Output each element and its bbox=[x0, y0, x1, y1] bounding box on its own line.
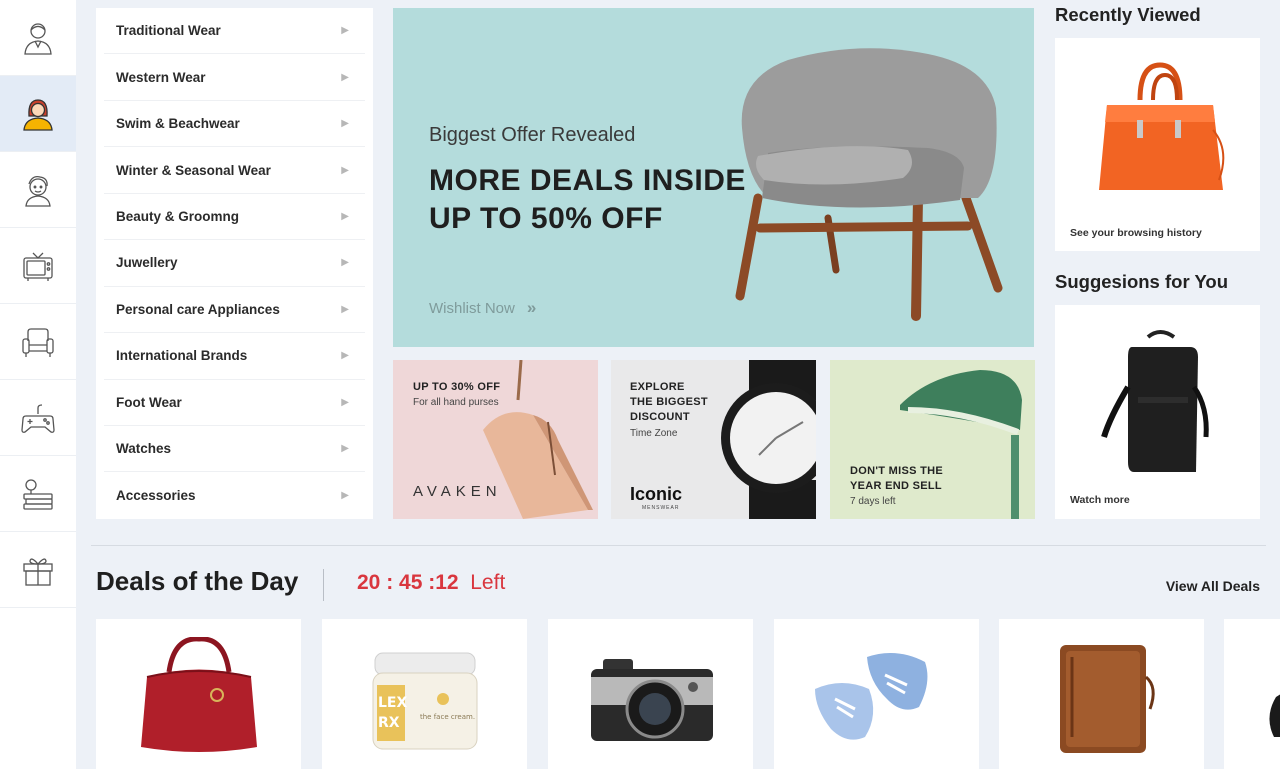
deal-card[interactable] bbox=[96, 619, 301, 769]
promo-tile-hand-purses[interactable]: UP TO 30% OFF For all hand purses AVAKEN bbox=[393, 360, 598, 519]
rail-item-kids[interactable] bbox=[0, 152, 76, 228]
wishlist-now-link[interactable]: Wishlist Now » bbox=[429, 298, 536, 318]
rail-item-women[interactable] bbox=[0, 76, 76, 152]
menu-item-traditional-wear[interactable]: Traditional Wear ▶ bbox=[104, 8, 365, 55]
chevron-right-icon: ▶ bbox=[341, 25, 349, 37]
chevron-right-icon: ▶ bbox=[341, 71, 349, 83]
lamp-product-image bbox=[900, 370, 1022, 519]
category-rail bbox=[0, 0, 76, 769]
deal-card[interactable] bbox=[774, 619, 979, 769]
chevron-right-icon: ▶ bbox=[341, 118, 349, 130]
svg-text:RX: RX bbox=[378, 715, 400, 731]
section-divider bbox=[91, 545, 1266, 546]
chevron-right-icon: ▶ bbox=[341, 350, 349, 362]
menu-item-western-wear[interactable]: Western Wear ▶ bbox=[104, 54, 365, 101]
armchair-icon bbox=[22, 327, 54, 357]
orange-handbag-image bbox=[1099, 62, 1225, 190]
recently-viewed-card[interactable]: See your browsing history bbox=[1055, 38, 1260, 251]
product-image-partial bbox=[1269, 694, 1280, 737]
deal-card-partial[interactable] bbox=[1224, 619, 1280, 769]
gift-icon bbox=[23, 557, 53, 586]
suggestions-card[interactable]: Watch more bbox=[1055, 305, 1260, 519]
deal-card[interactable] bbox=[999, 619, 1204, 769]
man-avatar-icon bbox=[24, 22, 52, 55]
rail-item-books[interactable] bbox=[0, 456, 76, 532]
deals-separator bbox=[323, 569, 324, 601]
svg-text:the face cream.: the face cream. bbox=[420, 713, 475, 721]
browsing-history-link[interactable]: See your browsing history bbox=[1070, 227, 1202, 239]
menu-item-swim-beachwear[interactable]: Swim & Beachwear ▶ bbox=[104, 101, 365, 148]
menu-item-watches[interactable]: Watches ▶ bbox=[104, 426, 365, 473]
backpack-image bbox=[1101, 330, 1209, 472]
watch-more-link[interactable]: Watch more bbox=[1070, 494, 1130, 506]
recently-viewed-title: Recently Viewed bbox=[1055, 4, 1201, 25]
deal-card[interactable]: LEX RX the face cream. bbox=[322, 619, 527, 769]
menu-item-beauty-grooming[interactable]: Beauty & Groomng ▶ bbox=[104, 194, 365, 241]
promo-tile-lamp[interactable]: DON'T MISS THE YEAR END SELL 7 days left bbox=[830, 360, 1035, 519]
menu-item-winter-seasonal-wear[interactable]: Winter & Seasonal Wear ▶ bbox=[104, 147, 365, 194]
menu-item-personal-care[interactable]: Personal care Appliances ▶ bbox=[104, 287, 365, 334]
deals-title: Deals of the Day bbox=[96, 566, 299, 596]
chevron-right-icon: ▶ bbox=[341, 303, 349, 315]
chevron-right-icon: ▶ bbox=[341, 490, 349, 502]
child-avatar-icon bbox=[25, 175, 51, 207]
books-icon bbox=[23, 478, 53, 510]
chevron-right-icon: ▶ bbox=[341, 164, 349, 176]
armchair-product-image bbox=[735, 48, 1003, 321]
watch-product-image bbox=[721, 360, 816, 519]
chevron-right-icon: ▶ bbox=[341, 443, 349, 455]
baby-shoes-image bbox=[814, 653, 927, 740]
hero-subtitle: Biggest Offer Revealed bbox=[429, 124, 636, 146]
woman-avatar-icon bbox=[23, 98, 53, 131]
svg-text:LEX: LEX bbox=[378, 695, 407, 711]
menu-item-international-brands[interactable]: International Brands ▶ bbox=[104, 333, 365, 380]
red-handbag-image bbox=[140, 637, 257, 752]
double-chevron-right-icon: » bbox=[526, 298, 537, 317]
rail-item-electronics[interactable] bbox=[0, 228, 76, 304]
deal-card[interactable] bbox=[548, 619, 753, 769]
rail-item-furniture[interactable] bbox=[0, 304, 76, 380]
category-menu: Traditional Wear ▶ Western Wear ▶ Swim & B… bbox=[96, 8, 373, 519]
rail-item-gifts[interactable] bbox=[0, 532, 76, 608]
chevron-right-icon: ▶ bbox=[341, 210, 349, 222]
promo-tile-watches[interactable]: EXPLORE THE BIGGEST DISCOUNT Time Zone I… bbox=[611, 360, 816, 519]
rail-item-gaming[interactable] bbox=[0, 380, 76, 456]
camera-image bbox=[590, 659, 713, 741]
hero-title: MORE DEALS INSIDE UP TO 50% OFF bbox=[429, 164, 746, 235]
rail-item-men[interactable] bbox=[0, 0, 76, 76]
menu-item-accessories[interactable]: Accessories ▶ bbox=[104, 472, 365, 518]
menu-item-jewellery[interactable]: Juwellery ▶ bbox=[104, 240, 365, 287]
hero-banner[interactable]: Biggest Offer Revealed MORE DEALS INSIDE… bbox=[393, 8, 1034, 347]
view-all-deals-link[interactable]: View All Deals bbox=[1166, 578, 1260, 594]
tv-icon bbox=[23, 252, 53, 281]
deals-countdown: 20 : 45 :12 Left bbox=[357, 571, 506, 594]
face-cream-jar-image: LEX RX the face cream. bbox=[372, 652, 477, 750]
suggestions-title: Suggesions for You bbox=[1055, 271, 1229, 292]
gamepad-icon bbox=[21, 403, 55, 433]
leather-wallet-image bbox=[1059, 645, 1155, 753]
chevron-right-icon: ▶ bbox=[341, 396, 349, 408]
chevron-right-icon: ▶ bbox=[341, 257, 349, 269]
menu-item-foot-wear[interactable]: Foot Wear ▶ bbox=[104, 380, 365, 426]
